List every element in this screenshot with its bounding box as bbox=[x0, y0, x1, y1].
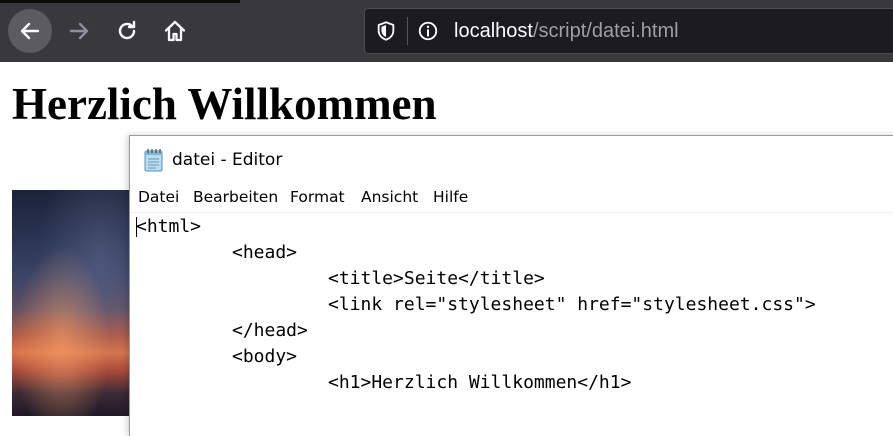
info-icon[interactable] bbox=[417, 20, 439, 42]
code-line: <h1>Herzlich Willkommen</h1> bbox=[328, 372, 632, 393]
tab-strip bbox=[0, 0, 240, 3]
menu-datei[interactable]: Datei bbox=[138, 188, 179, 206]
address-bar[interactable]: localhost/script/datei.html bbox=[364, 8, 893, 54]
url-text[interactable]: localhost/script/datei.html bbox=[454, 19, 679, 43]
home-button[interactable] bbox=[153, 9, 197, 53]
menu-bearbeiten[interactable]: Bearbeiten bbox=[193, 188, 278, 206]
code-line: <title>Seite</title> bbox=[328, 268, 545, 289]
editor-title: datei - Editor bbox=[172, 150, 283, 170]
reload-button[interactable] bbox=[105, 9, 149, 53]
code-line: <link rel="stylesheet" href="stylesheet.… bbox=[328, 294, 816, 315]
url-host: localhost bbox=[454, 20, 533, 42]
browser-toolbar: localhost/script/datei.html bbox=[0, 0, 893, 62]
url-path: /script/datei.html bbox=[532, 20, 679, 42]
editor-menubar: Datei Bearbeiten Format Ansicht Hilfe bbox=[130, 186, 893, 213]
menu-format[interactable]: Format bbox=[290, 188, 345, 206]
forward-arrow-icon bbox=[69, 22, 89, 40]
back-button[interactable] bbox=[8, 9, 52, 53]
home-icon bbox=[164, 20, 186, 42]
editor-text-area[interactable]: <html> <head> <title>Seite</title> <link… bbox=[136, 214, 893, 434]
code-line: <body> bbox=[232, 346, 298, 367]
sunset-image bbox=[12, 190, 137, 416]
notepad-icon bbox=[144, 149, 163, 172]
code-line: <head> bbox=[232, 242, 298, 263]
shield-icon[interactable] bbox=[375, 20, 397, 42]
back-arrow-icon bbox=[20, 22, 40, 40]
menu-ansicht[interactable]: Ansicht bbox=[361, 188, 418, 206]
page-heading: Herzlich Willkommen bbox=[12, 79, 437, 129]
editor-titlebar[interactable]: datei - Editor bbox=[130, 136, 893, 184]
editor-window: datei - Editor Datei Bearbeiten Format A… bbox=[129, 135, 893, 436]
code-line: </head> bbox=[232, 320, 308, 341]
menu-hilfe[interactable]: Hilfe bbox=[433, 188, 468, 206]
forward-button[interactable] bbox=[57, 9, 101, 53]
address-bar-divider bbox=[407, 17, 408, 45]
code-line: <html> bbox=[136, 216, 202, 237]
reload-icon bbox=[118, 20, 136, 40]
